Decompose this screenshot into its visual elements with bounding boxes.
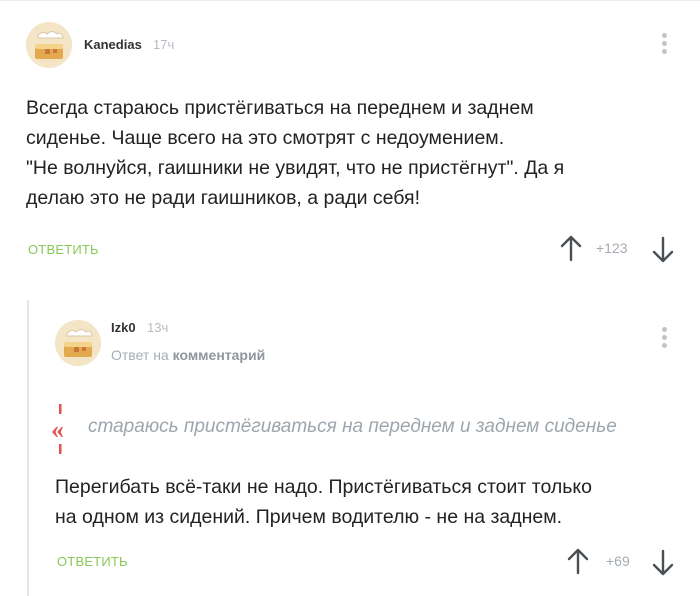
upvote-arrow-icon[interactable] (560, 234, 582, 262)
quoted-text: стараюсь пристёгиваться на переднем и за… (88, 416, 617, 437)
username[interactable]: Kanedias (84, 37, 142, 52)
svg-text:«: « (51, 415, 64, 444)
rating-value: +123 (596, 240, 628, 256)
comment-text-line: на одном из сидений. Причем водителю - н… (55, 506, 563, 528)
reply-to-prefix: Ответ на (111, 347, 169, 363)
downvote-arrow-icon[interactable] (652, 549, 674, 577)
comment-text-line: Всегда стараюсь пристёгиваться на передн… (26, 97, 534, 119)
reply-to-note: Ответ на комментарий (111, 347, 265, 363)
comment-text: Всегда стараюсь пристёгиваться на передн… (26, 93, 686, 213)
comment-text-line: "Не волнуйся, гаишники не увидят, что не… (26, 157, 565, 179)
thread-line[interactable] (27, 300, 29, 596)
timestamp[interactable]: 17ч (153, 37, 174, 52)
top-divider (0, 0, 700, 1)
rating-value: +69 (606, 553, 630, 569)
timestamp[interactable]: 13ч (147, 320, 168, 335)
avatar[interactable] (55, 320, 101, 366)
comment-text: Перегибать всё-таки не надо. Пристёгиват… (55, 472, 685, 532)
avatar-cake-icon (26, 22, 72, 68)
reply-to-link[interactable]: комментарий (173, 347, 266, 363)
reply-button[interactable]: ОТВЕТИТЬ (57, 554, 128, 569)
quote-mark-icon: « (51, 404, 64, 454)
avatar[interactable] (26, 22, 72, 68)
downvote-arrow-icon[interactable] (652, 236, 674, 264)
more-dots-icon[interactable] (654, 324, 674, 354)
upvote-arrow-icon[interactable] (567, 547, 589, 575)
comment-text-line: Перегибать всё-таки не надо. Пристёгиват… (55, 476, 593, 498)
more-dots-icon[interactable] (654, 30, 674, 60)
username[interactable]: Izk0 (111, 320, 136, 335)
comment-text-line: делаю это не ради гаишников, а ради себя… (26, 187, 420, 209)
reply-button[interactable]: ОТВЕТИТЬ (28, 242, 99, 257)
comment-text-line: сиденье. Чаще всего на это смотрят с нед… (26, 127, 505, 149)
avatar-cake-icon (55, 320, 101, 366)
